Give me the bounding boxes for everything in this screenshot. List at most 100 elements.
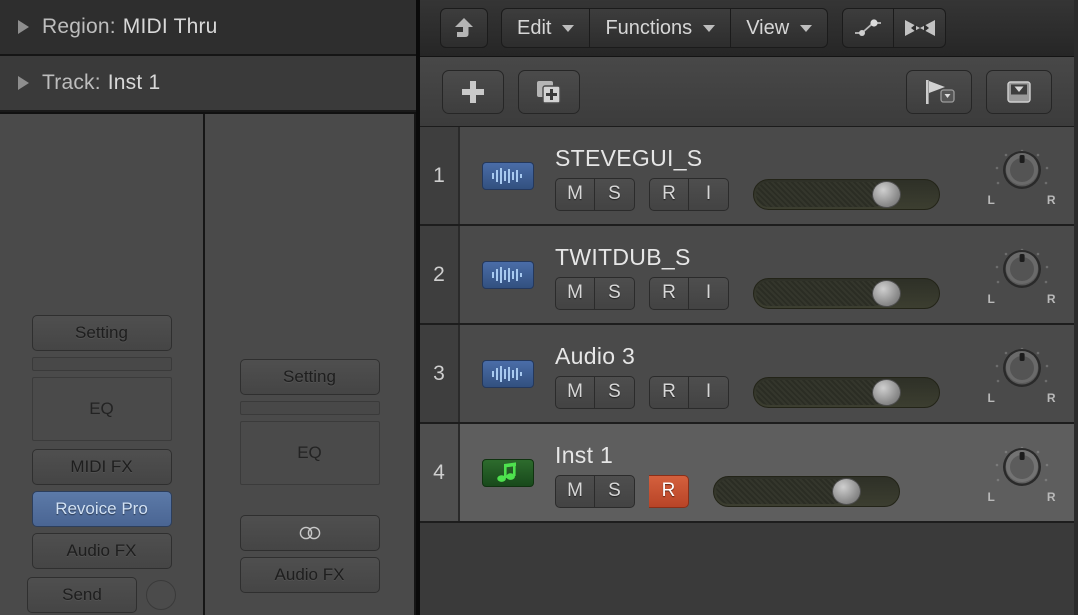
audio-waveform-icon bbox=[482, 162, 534, 190]
table-row[interactable]: 1 STEVEGUI_S bbox=[420, 127, 1074, 226]
pan-left-label: L bbox=[988, 391, 995, 405]
revoice-pro-slot[interactable]: Revoice Pro bbox=[32, 491, 172, 527]
track-name[interactable]: STEVEGUI_S bbox=[555, 145, 969, 172]
table-row[interactable]: 3 Audio 3 bbox=[420, 325, 1074, 424]
volume-slider[interactable] bbox=[753, 179, 940, 210]
volume-slider[interactable] bbox=[753, 377, 940, 408]
audio-waveform-icon bbox=[482, 261, 534, 289]
track-number: 3 bbox=[420, 325, 460, 422]
flex-crossfade-icon bbox=[903, 17, 937, 39]
automation-button[interactable] bbox=[842, 8, 894, 48]
volume-knob[interactable] bbox=[872, 181, 901, 208]
region-value: MIDI Thru bbox=[123, 15, 218, 39]
track-number: 2 bbox=[420, 226, 460, 323]
setting-button[interactable]: Setting bbox=[32, 315, 172, 351]
send-button[interactable]: Send bbox=[27, 577, 137, 613]
disclosure-triangle-icon[interactable] bbox=[18, 20, 29, 34]
track-rows: 1 STEVEGUI_S bbox=[420, 127, 1074, 615]
track-name[interactable]: Inst 1 bbox=[555, 442, 969, 469]
duplicate-track-icon bbox=[535, 79, 563, 105]
track-icon-cell[interactable] bbox=[460, 226, 555, 323]
volume-slider[interactable] bbox=[753, 278, 940, 309]
pan-cell[interactable]: L R bbox=[969, 226, 1074, 323]
track-name[interactable]: Audio 3 bbox=[555, 343, 969, 370]
pan-right-label: R bbox=[1047, 292, 1056, 306]
track-controls: M S R I bbox=[555, 178, 969, 211]
input-monitor-button[interactable]: I bbox=[689, 178, 729, 211]
volume-knob[interactable] bbox=[872, 280, 901, 307]
main-toolbar: Edit Functions View bbox=[420, 0, 1074, 57]
add-track-button[interactable] bbox=[442, 70, 504, 114]
disclosure-triangle-icon[interactable] bbox=[18, 76, 29, 90]
mute-solo-group: M S bbox=[555, 376, 635, 409]
mute-button[interactable]: M bbox=[555, 277, 595, 310]
input-monitor-button[interactable]: I bbox=[689, 376, 729, 409]
mute-button[interactable]: M bbox=[555, 475, 595, 508]
input-monitor-button[interactable]: I bbox=[689, 277, 729, 310]
flex-crossfade-button[interactable] bbox=[894, 8, 946, 48]
volume-fill bbox=[756, 380, 886, 405]
solo-button[interactable]: S bbox=[595, 178, 635, 211]
track-config-dropdown-icon bbox=[1005, 79, 1033, 105]
send-level-knob[interactable] bbox=[146, 580, 176, 610]
track-config-button[interactable] bbox=[986, 70, 1052, 114]
menu-view[interactable]: View bbox=[731, 8, 828, 48]
volume-knob[interactable] bbox=[872, 379, 901, 406]
menu-edit[interactable]: Edit bbox=[501, 8, 590, 48]
region-inspector-header[interactable]: Region: MIDI Thru bbox=[0, 0, 416, 56]
menu-functions[interactable]: Functions bbox=[590, 8, 731, 48]
record-enable-button[interactable]: R bbox=[649, 277, 689, 310]
solo-button[interactable]: S bbox=[595, 277, 635, 310]
track-name[interactable]: TWITDUB_S bbox=[555, 244, 969, 271]
record-input-group: R I bbox=[649, 178, 729, 211]
volume-knob[interactable] bbox=[832, 478, 861, 505]
audio-fx-slot[interactable]: Audio FX bbox=[32, 533, 172, 569]
pan-right-label: R bbox=[1047, 391, 1056, 405]
pan-left-label: L bbox=[988, 490, 995, 504]
volume-slider[interactable] bbox=[713, 476, 900, 507]
midi-fx-slot[interactable]: MIDI FX bbox=[32, 449, 172, 485]
eq-display[interactable]: EQ bbox=[32, 377, 172, 441]
track-number: 1 bbox=[420, 127, 460, 224]
record-input-group: R I bbox=[649, 376, 729, 409]
toolbar-icon-group bbox=[842, 8, 946, 48]
solo-button[interactable]: S bbox=[595, 475, 635, 508]
mute-button[interactable]: M bbox=[555, 376, 595, 409]
record-enable-button[interactable]: R bbox=[649, 178, 689, 211]
track-icon-cell[interactable] bbox=[460, 424, 555, 521]
track-icon-cell[interactable] bbox=[460, 325, 555, 422]
track-controls: M S R bbox=[555, 475, 969, 508]
track-icon-cell[interactable] bbox=[460, 127, 555, 224]
track-main: STEVEGUI_S M S R I bbox=[555, 127, 969, 224]
menu-group: Edit Functions View bbox=[501, 8, 828, 48]
pan-cell[interactable]: L R bbox=[969, 325, 1074, 422]
duplicate-track-button[interactable] bbox=[518, 70, 580, 114]
eq-display[interactable]: EQ bbox=[240, 421, 380, 485]
pan-knob-wrap: L R bbox=[984, 442, 1060, 504]
pan-cell[interactable]: L R bbox=[969, 424, 1074, 521]
table-row[interactable]: 2 TWITDUB_S bbox=[420, 226, 1074, 325]
record-enable-button[interactable]: R bbox=[649, 376, 689, 409]
solo-button[interactable]: S bbox=[595, 376, 635, 409]
flag-marker-icon bbox=[921, 78, 957, 106]
marker-button[interactable] bbox=[906, 70, 972, 114]
pan-cell[interactable]: L R bbox=[969, 127, 1074, 224]
pan-left-label: L bbox=[988, 193, 995, 207]
pan-labels: L R bbox=[984, 490, 1060, 504]
track-inspector-header[interactable]: Track: Inst 1 bbox=[0, 56, 416, 112]
hierarchy-up-icon bbox=[453, 16, 475, 40]
hierarchy-up-button[interactable] bbox=[440, 8, 488, 48]
table-row[interactable]: 4 bbox=[420, 424, 1074, 523]
stereo-output-button[interactable] bbox=[240, 515, 380, 551]
setting-slot[interactable] bbox=[240, 401, 380, 415]
volume-fill bbox=[756, 281, 886, 306]
pan-knob-wrap: L R bbox=[984, 343, 1060, 405]
mute-button[interactable]: M bbox=[555, 178, 595, 211]
record-enable-button[interactable]: R bbox=[649, 475, 689, 508]
audio-fx-slot[interactable]: Audio FX bbox=[240, 557, 380, 593]
track-list-empty-area[interactable] bbox=[420, 523, 1074, 615]
setting-button[interactable]: Setting bbox=[240, 359, 380, 395]
track-controls: M S R I bbox=[555, 376, 969, 409]
setting-slot[interactable] bbox=[32, 357, 172, 371]
record-group: R bbox=[649, 475, 689, 508]
